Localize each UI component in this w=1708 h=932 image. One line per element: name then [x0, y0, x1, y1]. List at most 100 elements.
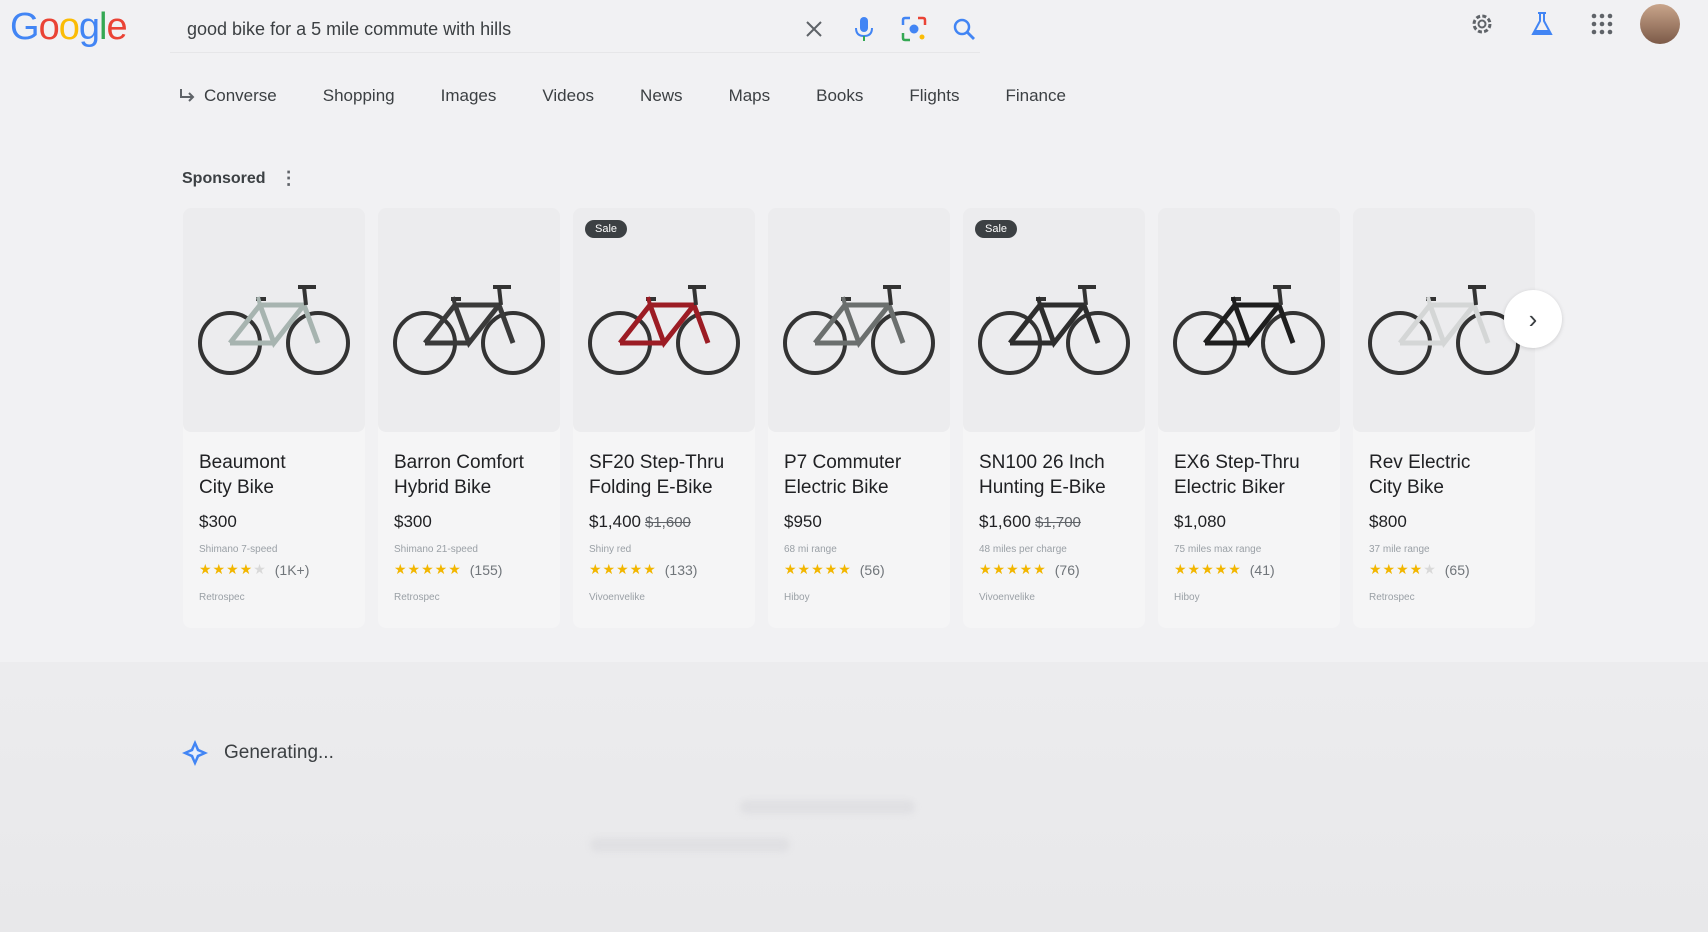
product-price: $1,600 $1,700: [979, 512, 1129, 532]
tab-label: Shopping: [322, 86, 395, 105]
original-price: $1,600: [645, 514, 691, 531]
tab-label: Maps: [728, 86, 771, 105]
current-price: $1,600: [979, 512, 1031, 531]
loading-placeholder-line: [740, 800, 915, 814]
product-card[interactable]: P7 Commuter Electric Bike $950 68 mi range ★…: [768, 208, 950, 628]
product-rating: ★★★★★ (41): [1174, 561, 1324, 578]
product-seller: Vivoenvelike: [589, 592, 645, 603]
product-name[interactable]: EX6 Step-Thru Electric Biker: [1174, 450, 1324, 500]
generating-text: Generating...: [224, 742, 334, 763]
product-name[interactable]: SN100 26 Inch Hunting E-Bike: [979, 450, 1129, 500]
chevron-right-icon: ›: [1528, 303, 1538, 334]
product-seller: Retrospec: [1369, 592, 1415, 603]
current-price: $1,080: [1174, 512, 1226, 531]
sale-badge: Sale: [585, 220, 628, 238]
avatar[interactable]: [1640, 4, 1680, 44]
tab-label: Images: [440, 86, 497, 105]
product-name-line: Barron Comfort: [394, 452, 524, 473]
tab-videos[interactable]: Videos: [542, 86, 594, 106]
product-price: $300: [199, 512, 349, 532]
ai-overview-panel: [0, 662, 1708, 932]
product-rating: ★★★★★ (155): [394, 561, 544, 578]
product-image[interactable]: [768, 208, 950, 432]
product-carousel: Beaumont City Bike $300 Shimano 7-speed ★★★★…: [183, 208, 1548, 628]
clear-icon[interactable]: [798, 13, 830, 45]
labs-flask-icon[interactable]: [1522, 4, 1562, 44]
tab-shopping[interactable]: Shopping: [323, 86, 395, 106]
product-name-line: City Bike: [1369, 477, 1444, 498]
carousel-next-button[interactable]: ›: [1504, 290, 1562, 348]
product-image[interactable]: Sale: [963, 208, 1145, 432]
product-name-line: Electric Bike: [784, 477, 889, 498]
product-detail: 68 mi range: [784, 544, 837, 555]
product-seller: Vivoenvelike: [979, 592, 1035, 603]
more-options-icon[interactable]: ⋮: [280, 168, 298, 189]
product-card[interactable]: Beaumont City Bike $300 Shimano 7-speed ★★★★…: [183, 208, 365, 628]
product-price: $950: [784, 512, 934, 532]
product-card[interactable]: Sale SN100 26 Inch Hunting E-Bike $1,600 $1,…: [963, 208, 1145, 628]
sparkle-icon: [182, 740, 208, 766]
tab-finance[interactable]: Finance: [1005, 86, 1065, 106]
tab-images[interactable]: Images: [441, 86, 497, 106]
search-icon[interactable]: [948, 13, 980, 45]
product-detail: Shiny red: [589, 544, 632, 555]
tab-news[interactable]: News: [640, 86, 683, 106]
product-name[interactable]: SF20 Step-Thru Folding E-Bike: [589, 450, 739, 500]
product-name[interactable]: Barron Comfort Hybrid Bike: [394, 450, 544, 500]
product-name-line: EX6 Step-Thru: [1174, 452, 1300, 473]
product-seller: Retrospec: [199, 592, 245, 603]
loading-placeholder-line: [590, 838, 790, 852]
mic-icon[interactable]: [848, 13, 880, 45]
logo-letter: e: [106, 6, 127, 48]
current-price: $300: [394, 512, 432, 531]
logo-letter: G: [10, 6, 40, 48]
product-detail: 37 mile range: [1369, 544, 1430, 555]
tab-label: News: [640, 86, 683, 105]
product-detail: 75 miles max range: [1174, 544, 1262, 555]
tab-maps[interactable]: Maps: [729, 86, 771, 106]
product-card[interactable]: Sale SF20 Step-Thru Folding E-Bike $1,400 $1…: [573, 208, 755, 628]
sale-badge: Sale: [975, 220, 1018, 238]
current-price: $300: [199, 512, 237, 531]
product-card[interactable]: Rev Electric City Bike $800 37 mile range ★★…: [1353, 208, 1535, 628]
product-seller: Retrospec: [394, 592, 440, 603]
product-name[interactable]: P7 Commuter Electric Bike: [784, 450, 934, 500]
star-rating-icon: ★★★★★: [784, 561, 852, 577]
product-price: $300: [394, 512, 544, 532]
tab-books[interactable]: Books: [816, 86, 863, 106]
tab-label: Videos: [542, 86, 595, 105]
tab-label: Finance: [1005, 86, 1066, 105]
product-rating: ★★★★★ (133): [589, 561, 739, 578]
product-name[interactable]: Rev Electric City Bike: [1369, 450, 1519, 500]
product-name[interactable]: Beaumont City Bike: [199, 450, 349, 500]
review-count: (56): [859, 561, 885, 578]
logo-letter: l: [98, 6, 108, 48]
tab-converse[interactable]: Converse: [178, 86, 277, 106]
tab-flights[interactable]: Flights: [909, 86, 959, 106]
product-rating: ★★★★★ (76): [979, 561, 1129, 578]
product-seller: Hiboy: [1174, 592, 1200, 603]
search-bar[interactable]: good bike for a 5 mile commute with hill…: [170, 6, 980, 53]
product-image[interactable]: [183, 208, 365, 432]
review-count: (41): [1249, 561, 1275, 578]
original-price: $1,700: [1035, 514, 1081, 531]
search-input[interactable]: good bike for a 5 mile commute with hill…: [170, 19, 780, 40]
converse-arrow-icon: [180, 89, 195, 102]
product-image[interactable]: Sale: [573, 208, 755, 432]
sponsored-label: Sponsored: [182, 169, 266, 187]
apps-grid-icon[interactable]: [1582, 4, 1622, 44]
product-rating: ★★★★★ (1K+): [199, 561, 349, 578]
review-count: (155): [469, 561, 503, 578]
tab-label: Converse: [204, 86, 277, 105]
gear-icon[interactable]: [1462, 4, 1502, 44]
logo-letter: g: [78, 6, 100, 48]
product-image[interactable]: [378, 208, 560, 432]
google-logo[interactable]: Google: [10, 6, 128, 49]
lens-icon[interactable]: [898, 13, 930, 45]
review-count: (1K+): [274, 561, 310, 578]
generating-status: Generating...: [180, 738, 334, 768]
product-card[interactable]: Barron Comfort Hybrid Bike $300 Shimano 21-…: [378, 208, 560, 628]
product-image[interactable]: [1158, 208, 1340, 432]
product-card[interactable]: EX6 Step-Thru Electric Biker $1,080 75 mile…: [1158, 208, 1340, 628]
current-price: $800: [1369, 512, 1407, 531]
